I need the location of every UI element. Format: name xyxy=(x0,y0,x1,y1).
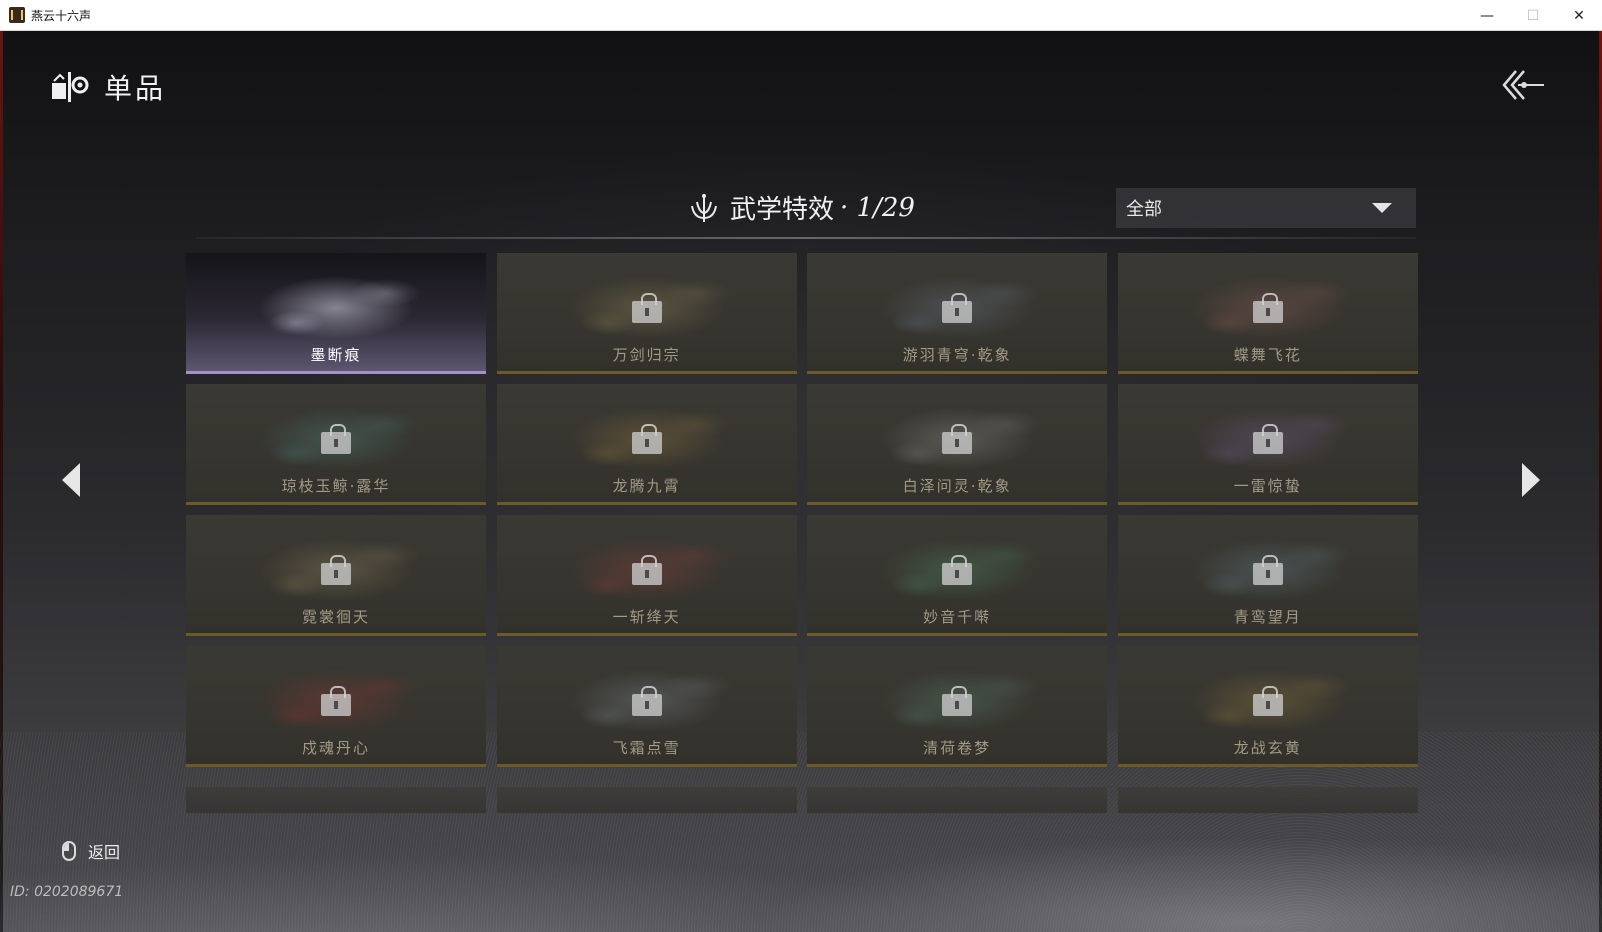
effect-card[interactable]: 琼枝玉鲸·露华 xyxy=(186,384,486,505)
section-name: 武学特效 xyxy=(730,195,835,225)
caret-down-icon xyxy=(1372,203,1392,213)
filter-dropdown[interactable]: 全部 xyxy=(1116,188,1416,228)
effect-card-label: 霓裳徊天 xyxy=(301,608,370,626)
effect-card-label: 墨断痕 xyxy=(310,346,362,364)
title-underline xyxy=(196,237,1416,239)
effect-card[interactable]: 龙腾九霄 xyxy=(496,384,797,505)
game-screen: 单品 武学特效 · 1/29 全部 墨断痕 万剑归宗 游羽青穹·乾象 蝶舞飞花琼枝玉鲸… xyxy=(0,31,1602,932)
minimize-button[interactable]: — xyxy=(1464,0,1510,31)
effect-card[interactable]: 游羽青穹·乾象 xyxy=(807,253,1108,374)
effect-card-label: 蝶舞飞花 xyxy=(1233,346,1302,364)
chevron-left-icon[interactable] xyxy=(58,461,82,499)
lock-icon xyxy=(942,686,973,716)
effect-card-label: 青鸾望月 xyxy=(1233,608,1302,626)
effect-card-label: 白泽问灵·乾象 xyxy=(902,477,1012,495)
effect-card-label: 清荷卷梦 xyxy=(923,739,992,757)
effect-card-label: 一斩绛天 xyxy=(612,608,681,626)
effect-card-label: 龙腾九霄 xyxy=(612,477,681,495)
close-button[interactable]: ✕ xyxy=(1556,0,1602,31)
effect-card-partial[interactable] xyxy=(186,787,486,813)
window-title: 燕云十六声 xyxy=(31,8,92,23)
back-label: 返回 xyxy=(88,843,121,862)
effect-card-partial[interactable] xyxy=(1117,787,1418,813)
lock-icon xyxy=(321,424,351,454)
section-title: 武学特效 · 1/29 xyxy=(690,189,915,226)
back-hint[interactable]: 返回 xyxy=(62,839,120,863)
effect-card[interactable]: 蝶舞飞花 xyxy=(1117,253,1418,374)
window-controls: — ☐ ✕ xyxy=(1464,0,1602,31)
effect-card[interactable]: 白泽问灵·乾象 xyxy=(807,384,1108,505)
effect-card-partial[interactable] xyxy=(496,787,797,813)
filter-selected-value: 全部 xyxy=(1126,199,1162,220)
lock-icon xyxy=(631,424,662,454)
back-arrow-icon[interactable] xyxy=(1500,67,1546,103)
lock-icon xyxy=(1252,424,1283,454)
effect-card[interactable]: 妙音千啭 xyxy=(807,515,1108,636)
effect-card[interactable]: 清荷卷梦 xyxy=(807,646,1108,767)
lock-icon xyxy=(942,555,973,585)
lock-icon xyxy=(631,686,662,716)
lock-icon xyxy=(321,555,351,585)
effect-card-label: 万剑归宗 xyxy=(612,346,681,364)
effect-card-label: 飞霜点雪 xyxy=(612,739,681,757)
section-count: · 1/29 xyxy=(840,192,915,223)
lock-icon xyxy=(1252,293,1283,323)
lock-icon xyxy=(942,424,973,454)
window-titlebar: 燕云十六声 — ☐ ✕ xyxy=(0,0,1602,31)
lock-icon xyxy=(942,293,973,323)
effect-card-label: 龙战玄黄 xyxy=(1233,739,1302,757)
maximize-button[interactable]: ☐ xyxy=(1510,0,1556,31)
effect-card-partial[interactable] xyxy=(807,787,1108,813)
page-header: 单品 xyxy=(50,67,166,107)
partial-card-row xyxy=(186,787,1418,813)
effect-card-label: 妙音千啭 xyxy=(923,608,992,626)
effect-card[interactable]: 一斩绛天 xyxy=(496,515,797,636)
effect-card[interactable]: 飞霜点雪 xyxy=(496,646,797,767)
effect-card[interactable]: 戍魂丹心 xyxy=(186,646,486,767)
chevron-right-icon[interactable] xyxy=(1520,461,1544,499)
item-icon xyxy=(52,72,89,102)
effect-card[interactable]: 万剑归宗 xyxy=(496,253,797,374)
effect-card[interactable]: 龙战玄黄 xyxy=(1117,646,1418,767)
effect-card-grid: 墨断痕 万剑归宗 游羽青穹·乾象 蝶舞飞花琼枝玉鲸·露华 龙腾九霄 白泽问灵·乾象 一雷惊蛰… xyxy=(186,253,1418,767)
effect-card-label: 琼枝玉鲸·露华 xyxy=(281,477,391,495)
effect-card[interactable]: 霓裳徊天 xyxy=(186,515,486,636)
lock-icon xyxy=(321,686,351,716)
lotus-emblem-icon xyxy=(691,193,717,222)
lock-icon xyxy=(1252,686,1283,716)
effect-card[interactable]: 一雷惊蛰 xyxy=(1117,384,1418,505)
lock-icon xyxy=(631,555,662,585)
lock-icon xyxy=(1252,555,1283,585)
mouse-right-click-icon xyxy=(62,841,76,861)
app-icon xyxy=(9,7,25,23)
effect-card[interactable]: 墨断痕 xyxy=(186,253,486,374)
page-title: 单品 xyxy=(104,72,167,105)
effect-card-label: 戍魂丹心 xyxy=(301,739,370,757)
effect-card[interactable]: 青鸾望月 xyxy=(1117,515,1418,636)
lock-icon xyxy=(631,293,662,323)
effect-card-label: 一雷惊蛰 xyxy=(1233,477,1302,495)
user-id: ID: 0202089671 xyxy=(10,884,124,900)
effect-card-label: 游羽青穹·乾象 xyxy=(902,346,1012,364)
